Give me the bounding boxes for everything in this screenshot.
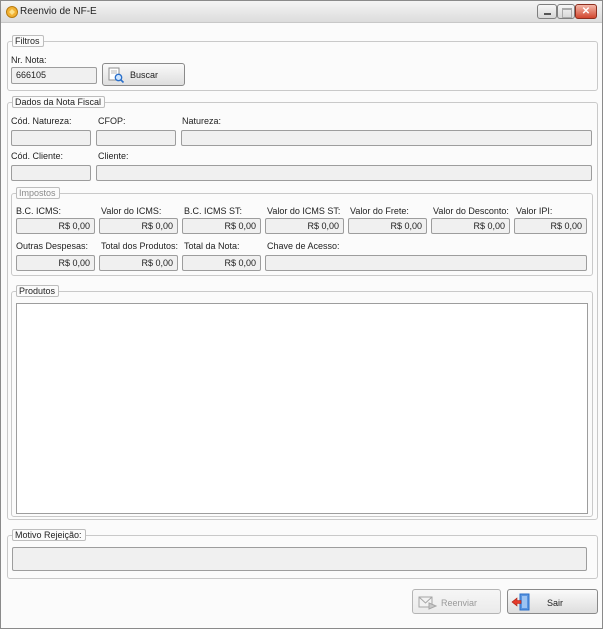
bc-icms-label: B.C. ICMS: — [16, 206, 62, 216]
total-nota-field[interactable]: R$ 0,00 — [182, 255, 261, 271]
impostos-legend: Impostos — [16, 187, 60, 199]
filtros-legend: Filtros — [12, 35, 44, 47]
bc-icms-st-label: B.C. ICMS ST: — [184, 206, 243, 216]
window-title: Reenvio de NF-E — [20, 6, 97, 17]
cod-natureza-label: Cód. Natureza: — [11, 116, 72, 126]
maximize-icon — [558, 5, 574, 18]
buscar-label: Buscar — [130, 70, 159, 80]
total-produtos-field[interactable]: R$ 0,00 — [99, 255, 178, 271]
close-icon: ✕ — [581, 6, 591, 17]
valor-icms-label: Valor do ICMS: — [101, 206, 162, 216]
total-nota-label: Total da Nota: — [184, 241, 240, 251]
sair-label: Sair — [547, 598, 564, 608]
produtos-grid[interactable] — [16, 303, 588, 514]
chave-acesso-field[interactable] — [265, 255, 587, 271]
minimize-button[interactable] — [537, 4, 557, 19]
valor-frete-field[interactable]: R$ 0,00 — [348, 218, 427, 234]
outras-despesas-field[interactable]: R$ 0,00 — [16, 255, 95, 271]
maximize-button[interactable] — [557, 4, 575, 19]
cliente-field[interactable] — [96, 165, 592, 181]
cfop-field[interactable] — [96, 130, 176, 146]
app-window: Reenvio de NF-E ✕ Filtros Nr. Nota: 6661… — [0, 0, 603, 629]
title-bar[interactable]: Reenvio de NF-E ✕ — [1, 1, 602, 23]
total-produtos-label: Total dos Produtos: — [101, 241, 179, 251]
produtos-legend: Produtos — [16, 285, 60, 297]
motivo-rejeicao-field[interactable] — [12, 547, 587, 571]
valor-ipi-label: Valor IPI: — [516, 206, 553, 216]
natureza-field[interactable] — [181, 130, 592, 146]
app-icon — [6, 6, 18, 18]
close-button[interactable]: ✕ — [575, 4, 597, 19]
nr-nota-label: Nr. Nota: — [11, 55, 47, 65]
sair-button[interactable]: Sair — [507, 589, 598, 614]
valor-desconto-label: Valor do Desconto: — [433, 206, 509, 216]
bc-icms-st-field[interactable]: R$ 0,00 — [182, 218, 261, 234]
valor-icms-field[interactable]: R$ 0,00 — [99, 218, 178, 234]
motivo-rejeicao-legend: Motivo Rejeição: — [12, 529, 86, 541]
send-envelope-icon — [418, 596, 437, 610]
cod-cliente-field[interactable] — [11, 165, 91, 181]
reenviar-label: Reenviar — [441, 598, 478, 608]
cliente-label: Cliente: — [98, 151, 129, 161]
buscar-button[interactable]: Buscar — [102, 63, 185, 86]
minimize-icon — [538, 5, 556, 18]
bc-icms-field[interactable]: R$ 0,00 — [16, 218, 95, 234]
search-document-icon — [108, 67, 125, 84]
outras-despesas-label: Outras Despesas: — [16, 241, 89, 251]
valor-frete-label: Valor do Frete: — [350, 206, 409, 216]
valor-desconto-field[interactable]: R$ 0,00 — [431, 218, 510, 234]
cfop-label: CFOP: — [98, 116, 126, 126]
reenviar-button[interactable]: Reenviar — [412, 589, 501, 614]
cod-natureza-field[interactable] — [11, 130, 91, 146]
chave-acesso-label: Chave de Acesso: — [267, 241, 340, 251]
natureza-label: Natureza: — [182, 116, 222, 126]
valor-icms-st-field[interactable]: R$ 0,00 — [265, 218, 344, 234]
valor-icms-st-label: Valor do ICMS ST: — [267, 206, 341, 216]
cod-cliente-label: Cód. Cliente: — [11, 151, 64, 161]
nr-nota-input[interactable]: 666105 — [11, 67, 97, 84]
valor-ipi-field[interactable]: R$ 0,00 — [514, 218, 587, 234]
exit-door-icon — [511, 593, 530, 611]
dados-nota-legend: Dados da Nota Fiscal — [12, 96, 106, 108]
